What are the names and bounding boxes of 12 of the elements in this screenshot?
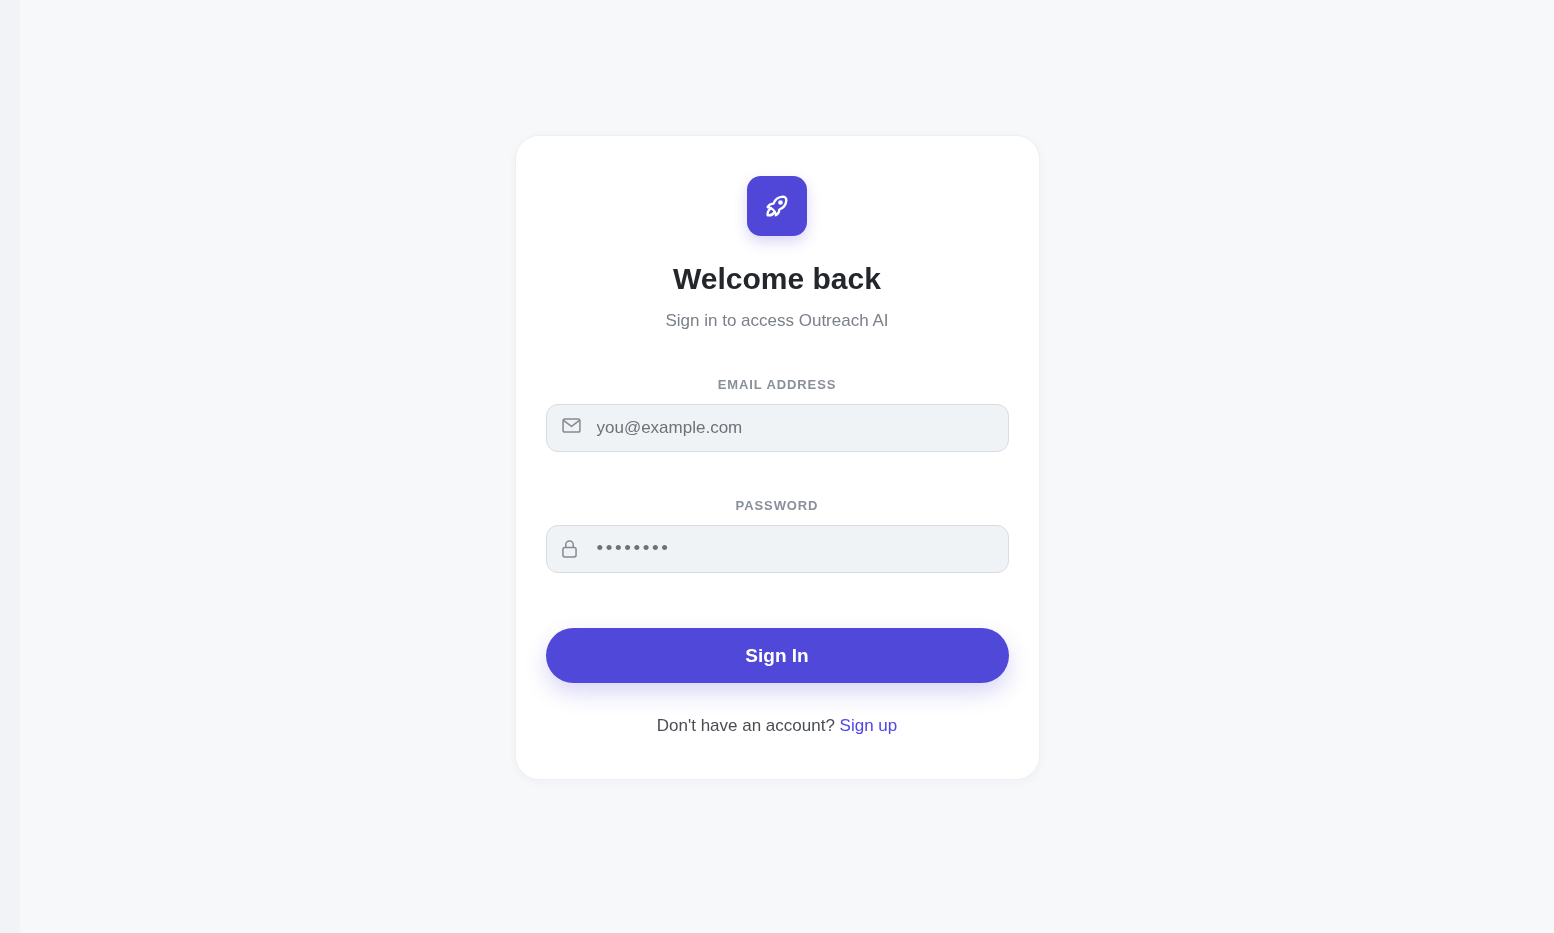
password-field[interactable]: •••••••• bbox=[545, 525, 1009, 573]
field-label: PASSWORD bbox=[735, 498, 819, 514]
rocket-icon bbox=[747, 176, 807, 236]
email-field[interactable]: you@example.com bbox=[545, 404, 1009, 452]
mail-icon bbox=[561, 418, 581, 433]
sign-up-link[interactable]: Sign up bbox=[839, 716, 898, 735]
sign-in-button[interactable]: Sign In bbox=[545, 628, 1009, 683]
field-label: EMAIL ADDRESS bbox=[717, 377, 837, 393]
page-title: Welcome back bbox=[673, 261, 881, 297]
lock-icon bbox=[561, 539, 577, 558]
page-subtitle: Sign in to access Outreach AI bbox=[665, 310, 889, 332]
signup-prompt: Don't have an account? Sign up bbox=[655, 715, 899, 737]
